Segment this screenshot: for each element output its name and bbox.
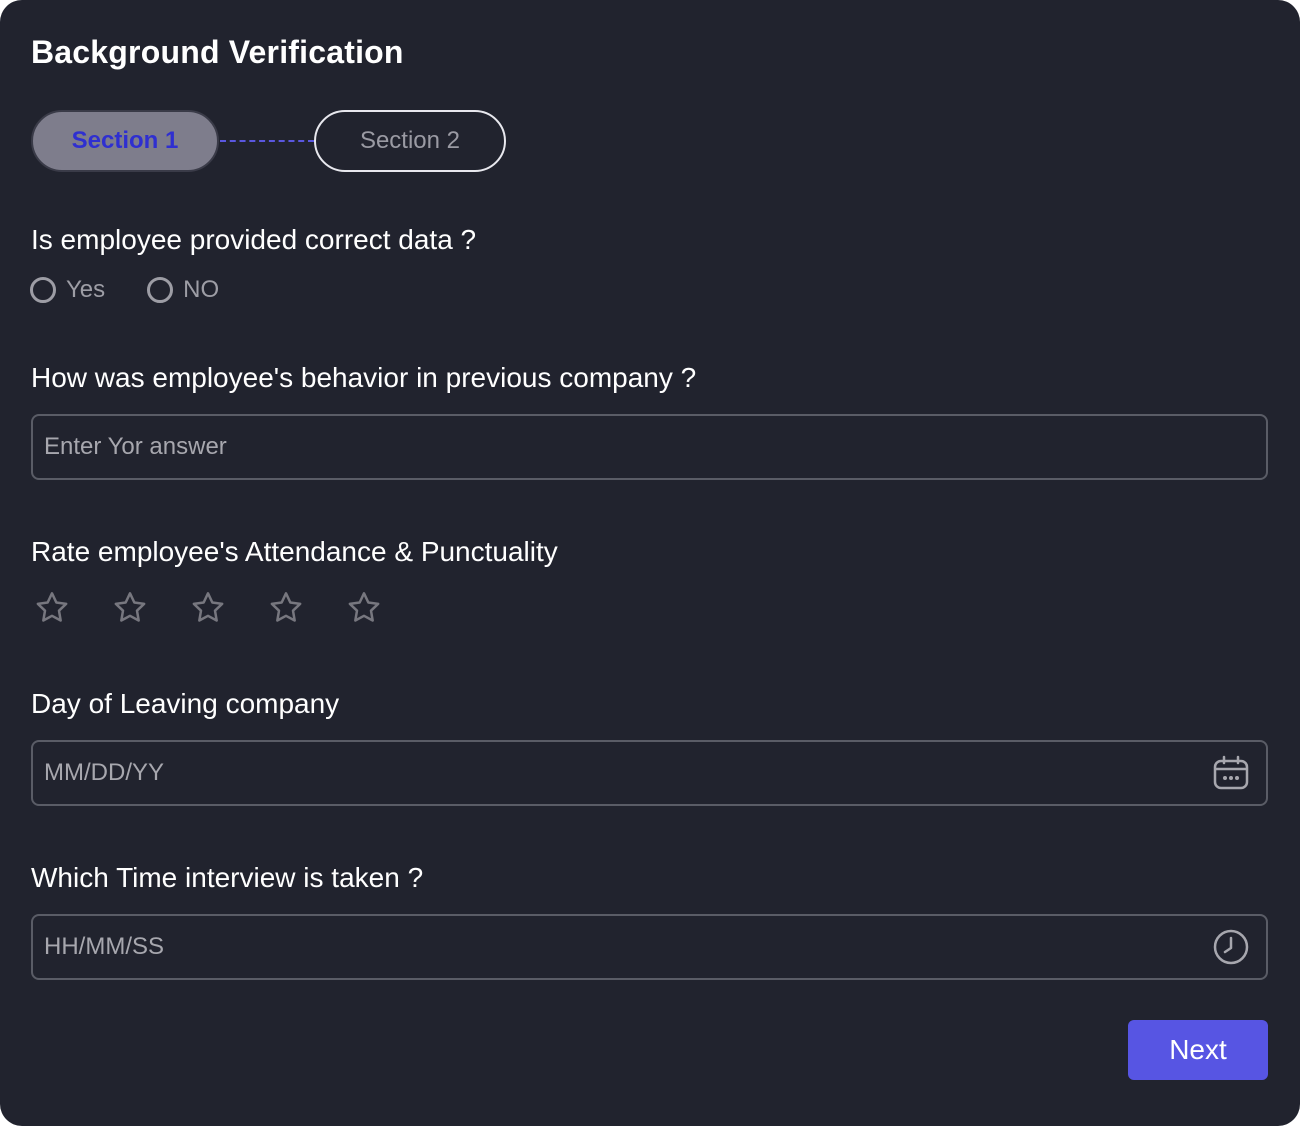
- step-section-1[interactable]: Section 1: [31, 110, 219, 172]
- interview-time-placeholder: HH/MM/SS: [44, 933, 164, 960]
- question-leaving-day-label: Day of Leaving company: [31, 688, 340, 719]
- next-button[interactable]: Next: [1128, 1020, 1268, 1080]
- behavior-answer-placeholder: Enter Yor answer: [44, 433, 227, 460]
- question-attendance-label: Rate employee's Attendance & Punctuality: [31, 536, 558, 567]
- star-icon[interactable]: [266, 588, 306, 628]
- background-verification-card: Background Verification Section 1 Sectio…: [0, 0, 1300, 1126]
- clock-icon[interactable]: [1212, 928, 1250, 966]
- radio-circle-icon[interactable]: [30, 277, 56, 303]
- step-section-2[interactable]: Section 2: [314, 110, 506, 172]
- leaving-date-input[interactable]: MM/DD/YY: [31, 740, 1268, 806]
- question-interview-time-label: Which Time interview is taken ?: [31, 862, 424, 893]
- page-title: Background Verification: [31, 34, 404, 70]
- question-correct-data-label: Is employee provided correct data ?: [31, 224, 477, 255]
- question-behavior-label: How was employee's behavior in previous …: [31, 362, 697, 393]
- correct-data-radio-group: Yes NO: [30, 276, 219, 304]
- leaving-date-placeholder: MM/DD/YY: [44, 759, 164, 786]
- interview-time-input[interactable]: HH/MM/SS: [31, 914, 1268, 980]
- behavior-answer-input[interactable]: Enter Yor answer: [31, 414, 1268, 480]
- star-icon[interactable]: [344, 588, 384, 628]
- radio-no[interactable]: NO: [147, 276, 219, 304]
- radio-yes[interactable]: Yes: [30, 276, 105, 304]
- star-icon[interactable]: [188, 588, 228, 628]
- step-connector: [220, 140, 314, 142]
- attendance-star-rating: [32, 588, 384, 628]
- star-icon[interactable]: [110, 588, 150, 628]
- star-icon[interactable]: [32, 588, 72, 628]
- radio-circle-icon[interactable]: [147, 277, 174, 303]
- calendar-icon[interactable]: [1212, 754, 1250, 792]
- radio-label: Yes: [66, 276, 106, 303]
- step-label: Section 1: [71, 127, 179, 154]
- radio-label: NO: [183, 276, 220, 303]
- step-label: Section 2: [359, 127, 461, 154]
- section-stepper: Section 1 Section 2: [31, 110, 511, 172]
